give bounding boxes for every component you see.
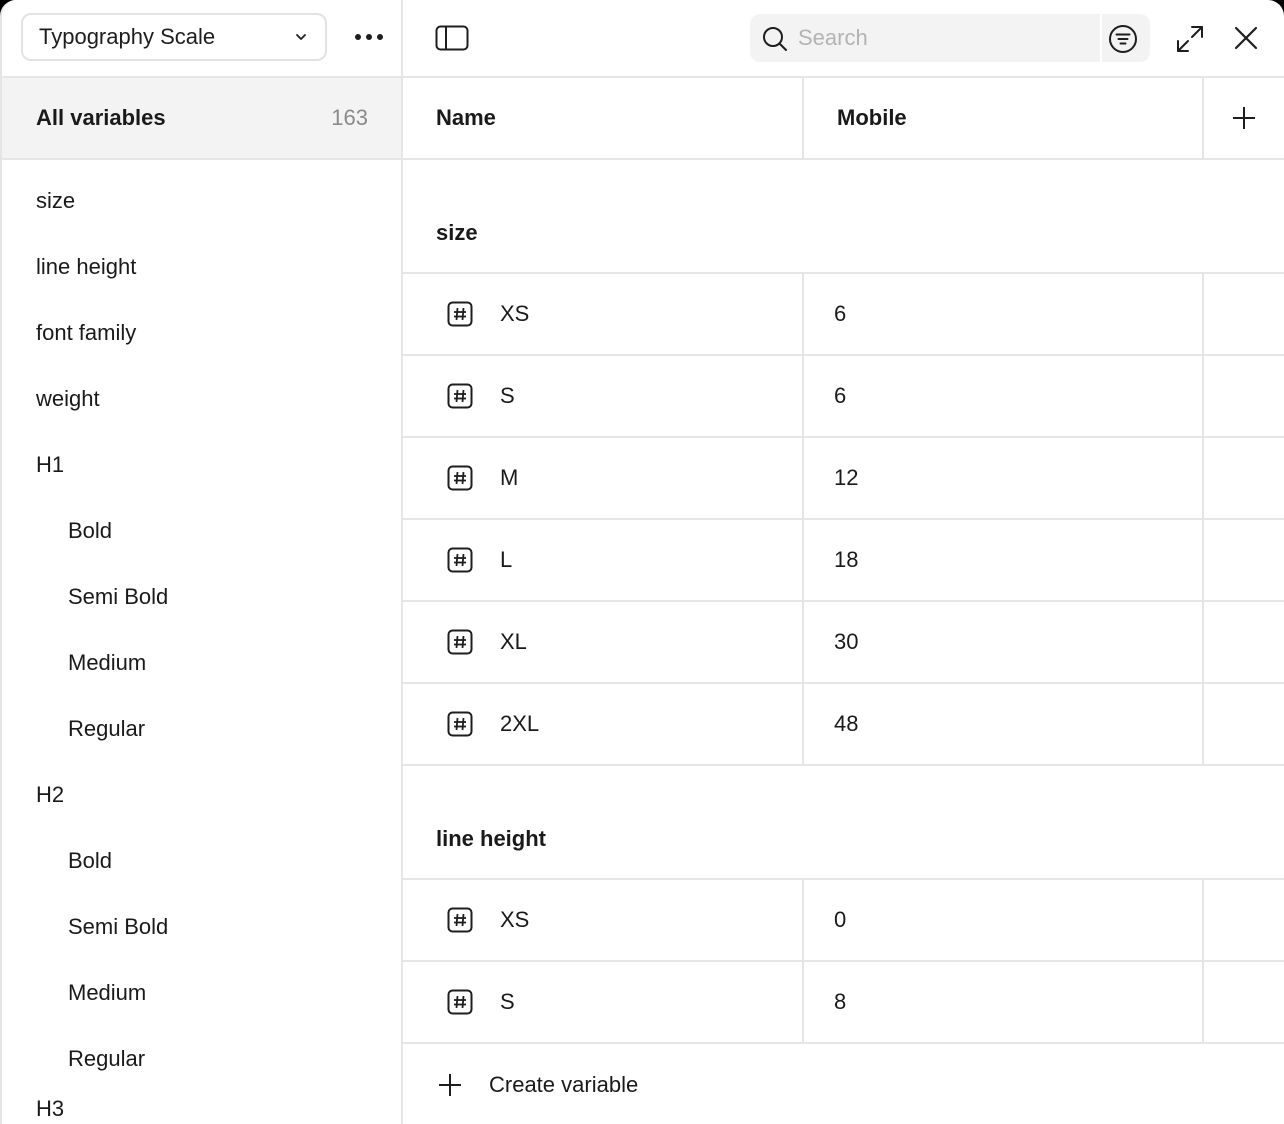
sidebar-item-h1[interactable]: H1 (2, 432, 401, 498)
expand-icon[interactable] (1174, 23, 1206, 55)
variable-value-cell[interactable]: 0 (804, 880, 1204, 960)
more-dot (355, 34, 361, 40)
number-variable-icon (447, 465, 473, 491)
search-box (750, 14, 1150, 62)
empty-cell (1204, 520, 1284, 600)
collection-name: Typography Scale (39, 24, 216, 49)
column-header-name: Name (403, 78, 804, 158)
variable-name-cell[interactable]: XS (403, 880, 804, 960)
variable-name-cell[interactable]: XS (403, 274, 804, 354)
table-body: size XS 6 S 6 M 12 L 18 XL 30 2XL 48 line height XS 0 S 8 (403, 160, 1284, 1044)
search-input[interactable] (798, 14, 1098, 62)
table-row: M 12 (403, 438, 1284, 520)
sidebar-item-h1-bold[interactable]: Bold (2, 498, 401, 564)
variable-name-cell[interactable]: L (403, 520, 804, 600)
sidebar-header: Typography Scale (2, 0, 401, 78)
table-row: XL 30 (403, 602, 1284, 684)
sidebar-toggle-icon[interactable] (435, 25, 469, 51)
variable-name-cell[interactable]: 2XL (403, 684, 804, 764)
sidebar-item-h2-semi-bold[interactable]: Semi Bold (2, 894, 401, 960)
search-divider (1100, 14, 1102, 62)
number-variable-icon (447, 907, 473, 933)
variable-name: XL (500, 629, 527, 654)
add-mode-button[interactable] (1204, 78, 1284, 158)
variable-value-cell[interactable]: 18 (804, 520, 1204, 600)
close-icon[interactable] (1232, 24, 1260, 52)
variable-value-cell[interactable]: 6 (804, 274, 1204, 354)
number-variable-icon (447, 301, 473, 327)
sidebar-item-font-family[interactable]: font family (2, 300, 401, 366)
more-options-button[interactable] (349, 22, 389, 52)
variable-value-cell[interactable]: 6 (804, 356, 1204, 436)
variable-value-cell[interactable]: 48 (804, 684, 1204, 764)
all-variables-label: All variables (36, 105, 166, 130)
sidebar-item-size[interactable]: size (2, 168, 401, 234)
variable-name: XS (500, 301, 530, 326)
collection-dropdown[interactable]: Typography Scale (21, 13, 327, 61)
variable-name-cell[interactable]: M (403, 438, 804, 518)
empty-cell (1204, 274, 1284, 354)
search-icon (763, 27, 787, 51)
create-variable-button[interactable]: Create variable (403, 1044, 1284, 1124)
sidebar-item-weight[interactable]: weight (2, 366, 401, 432)
variable-name: XS (500, 907, 530, 932)
plus-icon (439, 1074, 461, 1096)
variable-name: 2XL (500, 711, 540, 736)
sidebar-item-h2-bold[interactable]: Bold (2, 828, 401, 894)
more-dot (377, 34, 383, 40)
empty-cell (1204, 438, 1284, 518)
empty-cell (1204, 880, 1284, 960)
variable-value-cell[interactable]: 30 (804, 602, 1204, 682)
table-row: S6 (403, 356, 1284, 438)
variable-value-cell[interactable]: 8 (804, 962, 1204, 1042)
sidebar-item-h2-medium[interactable]: Medium (2, 960, 401, 1026)
table-row: XS 6 (403, 274, 1284, 356)
empty-cell (1204, 684, 1284, 764)
variable-name: S (500, 989, 515, 1014)
variable-name: M (500, 465, 519, 490)
group-header: line height (403, 766, 1284, 880)
table-row: XS 0 (403, 880, 1284, 962)
variable-name-cell[interactable]: S (403, 962, 804, 1042)
table-row: L 18 (403, 520, 1284, 602)
group-header: size (403, 160, 1284, 274)
filter-icon[interactable] (1107, 23, 1139, 55)
sidebar-item-h3[interactable]: H3 (2, 1092, 401, 1124)
variable-name: L (500, 547, 513, 572)
empty-cell (1204, 962, 1284, 1042)
number-variable-icon (447, 711, 473, 737)
column-header-mobile[interactable]: Mobile (804, 78, 1204, 158)
plus-icon (1233, 107, 1255, 129)
all-variables-count: 163 (331, 105, 368, 130)
variables-window: Typography Scale All variables 163 size … (0, 0, 1284, 1124)
sidebar-item-h1-medium[interactable]: Medium (2, 630, 401, 696)
sidebar-item-h1-regular[interactable]: Regular (2, 696, 401, 762)
variable-name: S (500, 383, 515, 408)
number-variable-icon (447, 989, 473, 1015)
table-row: S8 (403, 962, 1284, 1044)
all-variables-item[interactable]: All variables 163 (2, 78, 401, 160)
number-variable-icon (447, 383, 473, 409)
toolbar (403, 0, 1284, 78)
sidebar-item-h2-regular[interactable]: Regular (2, 1026, 401, 1092)
number-variable-icon (447, 547, 473, 573)
variable-name-cell[interactable]: XL (403, 602, 804, 682)
sidebar-item-h2[interactable]: H2 (2, 762, 401, 828)
chevron-down-icon (296, 34, 306, 40)
empty-cell (1204, 356, 1284, 436)
table-header: Name Mobile (403, 78, 1284, 160)
create-variable-label: Create variable (489, 1072, 639, 1097)
number-variable-icon (447, 629, 473, 655)
variable-name-cell[interactable]: S (403, 356, 804, 436)
table-row: 2XL 48 (403, 684, 1284, 766)
sidebar: Typography Scale All variables 163 size … (2, 0, 403, 1124)
variable-value-cell[interactable]: 12 (804, 438, 1204, 518)
main-panel: Name Mobile sizeXS6S6M12L18XL302XL48line… (403, 0, 1284, 1124)
empty-cell (1204, 602, 1284, 682)
group-list: size line height font family weight H1 B… (2, 160, 401, 1124)
sidebar-item-h1-semi-bold[interactable]: Semi Bold (2, 564, 401, 630)
sidebar-item-line-height[interactable]: line height (2, 234, 401, 300)
more-dot (366, 34, 372, 40)
